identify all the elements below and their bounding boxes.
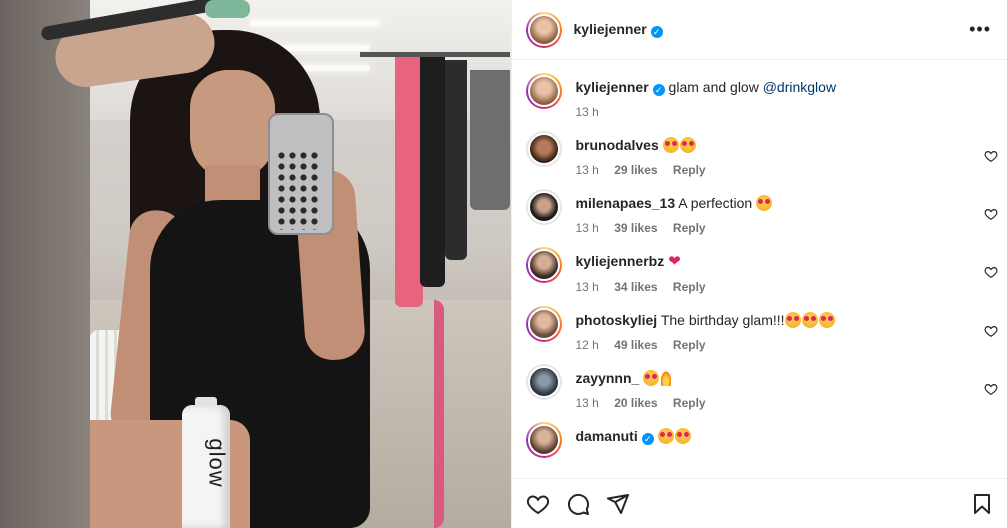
comment-emoji (756, 195, 773, 211)
comment-emoji (784, 312, 836, 328)
hair-tool-handle (205, 0, 250, 18)
bottle-label: glow (204, 438, 230, 488)
comment-likes[interactable]: 39 likes (614, 221, 657, 235)
author-avatar[interactable] (525, 11, 562, 48)
caption-row: kyliejenner ✓ glam and glow @drinkglow 13… (512, 61, 1007, 119)
post-header: kyliejenner ✓ ••• (511, 0, 1007, 60)
comment-row: damanuti ✓ (512, 410, 1007, 458)
comment-row: photoskyliej The birthday glam!!! 12 h 4… (512, 294, 1007, 352)
comment-row: brunodalves 13 h 29 likes Reply (512, 119, 1007, 177)
like-comment-heart-icon[interactable] (984, 207, 998, 221)
hanging-dress (395, 57, 423, 307)
red-heart-emoji: ❤ (668, 253, 681, 270)
reply-button[interactable]: Reply (673, 163, 706, 177)
like-comment-heart-icon[interactable] (984, 265, 998, 279)
model-face (190, 70, 275, 180)
comment-time[interactable]: 13 h (576, 163, 599, 177)
hanging-dress (420, 57, 445, 287)
comment-username[interactable]: milenapaes_13 (576, 195, 676, 211)
hanging-dress (445, 60, 467, 260)
comment-username[interactable]: damanuti (576, 428, 638, 444)
fire-emoji (660, 370, 673, 386)
comment-likes[interactable]: 49 likes (614, 338, 657, 352)
caption-mention-link[interactable]: @drinkglow (763, 79, 836, 95)
commenter-avatar[interactable] (525, 131, 562, 167)
bookmark-icon[interactable] (970, 492, 994, 516)
comment-text: A perfection (678, 195, 753, 211)
comment-likes[interactable]: 29 likes (614, 163, 657, 177)
post-photo[interactable]: glow (0, 0, 511, 528)
comment-icon[interactable] (566, 492, 590, 516)
like-comment-heart-icon[interactable] (984, 324, 998, 338)
comment-time[interactable]: 13 h (576, 396, 599, 410)
comment-row: milenapaes_13 A perfection 13 h 39 likes… (512, 177, 1007, 235)
comment-time[interactable]: 12 h (576, 338, 599, 352)
hanging-dress (470, 70, 510, 210)
comment-username[interactable]: photoskyliej (576, 312, 658, 328)
comment-time[interactable]: 13 h (576, 280, 599, 294)
comment-row: kyliejennerbz ❤ 13 h 34 likes Reply (512, 235, 1007, 294)
share-icon[interactable] (606, 492, 630, 516)
caption-text: glam and glow (668, 79, 759, 95)
commenter-avatar[interactable] (525, 306, 562, 342)
reply-button[interactable]: Reply (673, 221, 706, 235)
author-avatar[interactable] (525, 73, 562, 109)
caption-time[interactable]: 13 h (576, 105, 599, 119)
instagram-post-modal: glow kyliejenner ✓ ••• kyliejenner ✓ gla… (0, 0, 1007, 528)
comment-username[interactable]: kyliejennerbz (576, 253, 665, 269)
post-actions-bar (511, 478, 1007, 528)
verified-icon: ✓ (650, 25, 663, 38)
reply-button[interactable]: Reply (673, 280, 706, 294)
author-username[interactable]: kyliejenner (574, 21, 647, 37)
commenter-avatar[interactable] (525, 189, 562, 225)
caption-username[interactable]: kyliejenner (576, 79, 649, 95)
commenter-avatar[interactable] (525, 422, 562, 458)
comment-username[interactable]: zayynnn_ (576, 370, 640, 386)
comment-text: The birthday glam!!! (660, 312, 785, 328)
verified-icon: ✓ (641, 433, 654, 445)
verified-icon: ✓ (652, 84, 665, 96)
comment-emoji (662, 137, 697, 153)
heart-icon[interactable] (526, 492, 550, 516)
phone-case-pattern (276, 150, 322, 230)
comments-list[interactable]: kyliejenner ✓ glam and glow @drinkglow 13… (512, 61, 1007, 459)
reply-button[interactable]: Reply (673, 338, 706, 352)
comment-time[interactable]: 13 h (576, 221, 599, 235)
ceiling-light (250, 20, 380, 26)
comment-emoji (657, 428, 692, 444)
comment-username[interactable]: brunodalves (576, 137, 659, 153)
comment-likes[interactable]: 20 likes (614, 396, 657, 410)
commenter-avatar[interactable] (525, 364, 562, 400)
comment-emoji (643, 370, 673, 386)
commenter-avatar[interactable] (525, 247, 562, 283)
post-side-panel: kyliejenner ✓ ••• kyliejenner ✓ glam and g… (510, 0, 1007, 528)
more-options-icon[interactable]: ••• (969, 19, 991, 40)
author-username-wrap: kyliejenner ✓ (574, 21, 663, 39)
like-comment-heart-icon[interactable] (984, 149, 998, 163)
reply-button[interactable]: Reply (673, 396, 706, 410)
comment-likes[interactable]: 34 likes (614, 280, 657, 294)
like-comment-heart-icon[interactable] (984, 382, 998, 396)
comment-row: zayynnn_ 13 h 20 likes Reply (512, 352, 1007, 410)
